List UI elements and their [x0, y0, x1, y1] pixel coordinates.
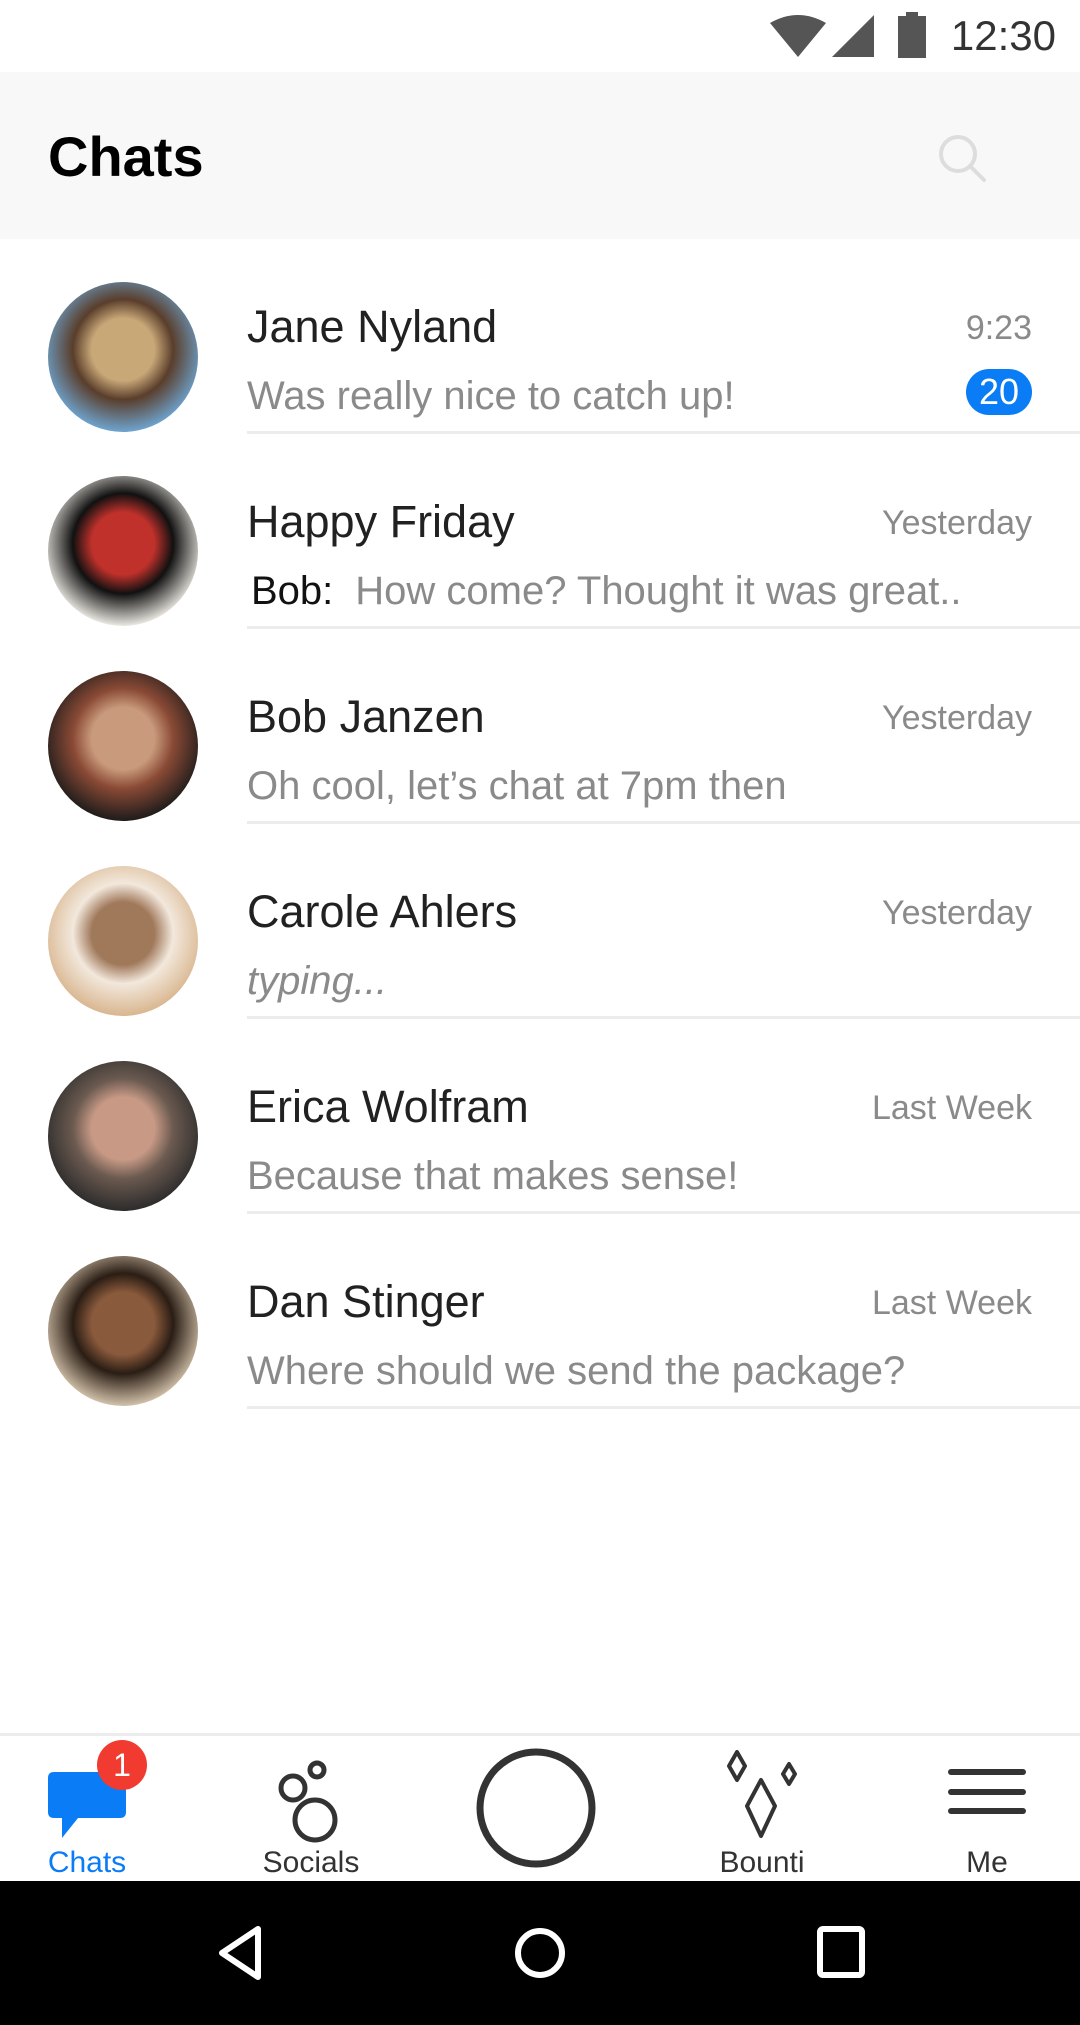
preview-text: How come? Thought it was great..	[355, 569, 962, 613]
chat-timestamp: Yesterday	[882, 699, 1032, 737]
battery-icon	[898, 12, 926, 58]
bottom-tab-bar: 1 Chats Socials Bounti Me	[0, 1733, 1080, 1881]
preview-text: typing...	[247, 959, 388, 1003]
tab-camera[interactable]	[436, 1736, 636, 1884]
chat-name: Carole Ahlers	[247, 886, 518, 937]
wifi-icon	[770, 15, 826, 57]
divider	[247, 1406, 1080, 1409]
menu-icon	[948, 1769, 1026, 1814]
tab-me[interactable]: Me	[887, 1736, 1080, 1884]
chat-list: Jane Nyland 9:23 Was really nice to catc…	[0, 239, 1080, 1409]
page-title: Chats	[48, 125, 204, 188]
preview-sender: Bob:	[251, 569, 334, 613]
tab-label: Me	[966, 1846, 1008, 1879]
chat-timestamp: 9:23	[965, 309, 1032, 347]
search-icon[interactable]	[934, 130, 990, 186]
chat-name: Jane Nyland	[247, 301, 498, 352]
home-icon[interactable]	[512, 1925, 568, 1981]
tab-chats[interactable]: 1 Chats	[0, 1736, 187, 1884]
unread-badge: 20	[966, 369, 1032, 415]
socials-circles-icon	[278, 1760, 338, 1843]
chat-list-item[interactable]: Carole Ahlers Yesterday typing...	[0, 824, 1080, 1019]
chat-list-item[interactable]: Bob Janzen Yesterday Oh cool, let’s chat…	[0, 629, 1080, 824]
chat-timestamp: Last Week	[871, 1089, 1032, 1127]
avatar	[48, 1061, 198, 1211]
status-time: 12:30	[950, 12, 1056, 59]
avatar	[48, 476, 198, 626]
chat-name: Bob Janzen	[247, 691, 485, 742]
signal-icon	[832, 15, 874, 57]
avatar	[48, 671, 198, 821]
back-icon[interactable]	[214, 1925, 270, 1981]
sparkles-icon	[727, 1750, 797, 1838]
preview-text: Where should we send the package?	[247, 1349, 906, 1393]
avatar	[48, 282, 198, 432]
recents-icon[interactable]	[814, 1925, 870, 1981]
chat-preview: Bob: How come? Thought it was great..	[247, 569, 962, 614]
chats-unread-badge: 1	[97, 1740, 147, 1790]
chat-preview: typing...	[247, 959, 387, 1004]
preview-text: Oh cool, let’s chat at 7pm then	[247, 764, 787, 808]
status-bar: 12:30	[0, 0, 1080, 72]
android-nav-bar	[0, 1881, 1080, 2025]
chat-list-item[interactable]: Jane Nyland 9:23 Was really nice to catc…	[0, 239, 1080, 434]
chat-timestamp: Yesterday	[882, 894, 1032, 932]
chat-preview: Because that makes sense!	[247, 1154, 738, 1199]
camera-circle-icon	[476, 1748, 596, 1868]
chat-list-item[interactable]: Erica Wolfram Last Week Because that mak…	[0, 1019, 1080, 1214]
chat-name: Happy Friday	[247, 496, 515, 547]
chat-timestamp: Yesterday	[882, 504, 1032, 542]
tab-label: Socials	[262, 1846, 360, 1879]
app-header: Chats	[0, 72, 1080, 239]
avatar	[48, 1256, 198, 1406]
chat-list-item[interactable]: Dan Stinger Last Week Where should we se…	[0, 1214, 1080, 1409]
chat-timestamp: Last Week	[871, 1284, 1032, 1322]
tab-socials[interactable]: Socials	[211, 1736, 411, 1884]
chat-name: Dan Stinger	[247, 1276, 485, 1327]
chat-preview: Was really nice to catch up!	[247, 374, 735, 419]
chat-name: Erica Wolfram	[247, 1081, 529, 1132]
avatar	[48, 866, 198, 1016]
preview-text: Because that makes sense!	[247, 1154, 739, 1198]
chat-preview: Where should we send the package?	[247, 1349, 905, 1394]
chat-preview: Oh cool, let’s chat at 7pm then	[247, 764, 787, 809]
chat-list-item[interactable]: Happy Friday Yesterday Bob: How come? Tho…	[0, 434, 1080, 629]
tab-label: Chats	[47, 1846, 127, 1879]
preview-text: Was really nice to catch up!	[247, 374, 735, 418]
tab-bounti[interactable]: Bounti	[662, 1736, 862, 1884]
tab-label: Bounti	[719, 1846, 805, 1879]
